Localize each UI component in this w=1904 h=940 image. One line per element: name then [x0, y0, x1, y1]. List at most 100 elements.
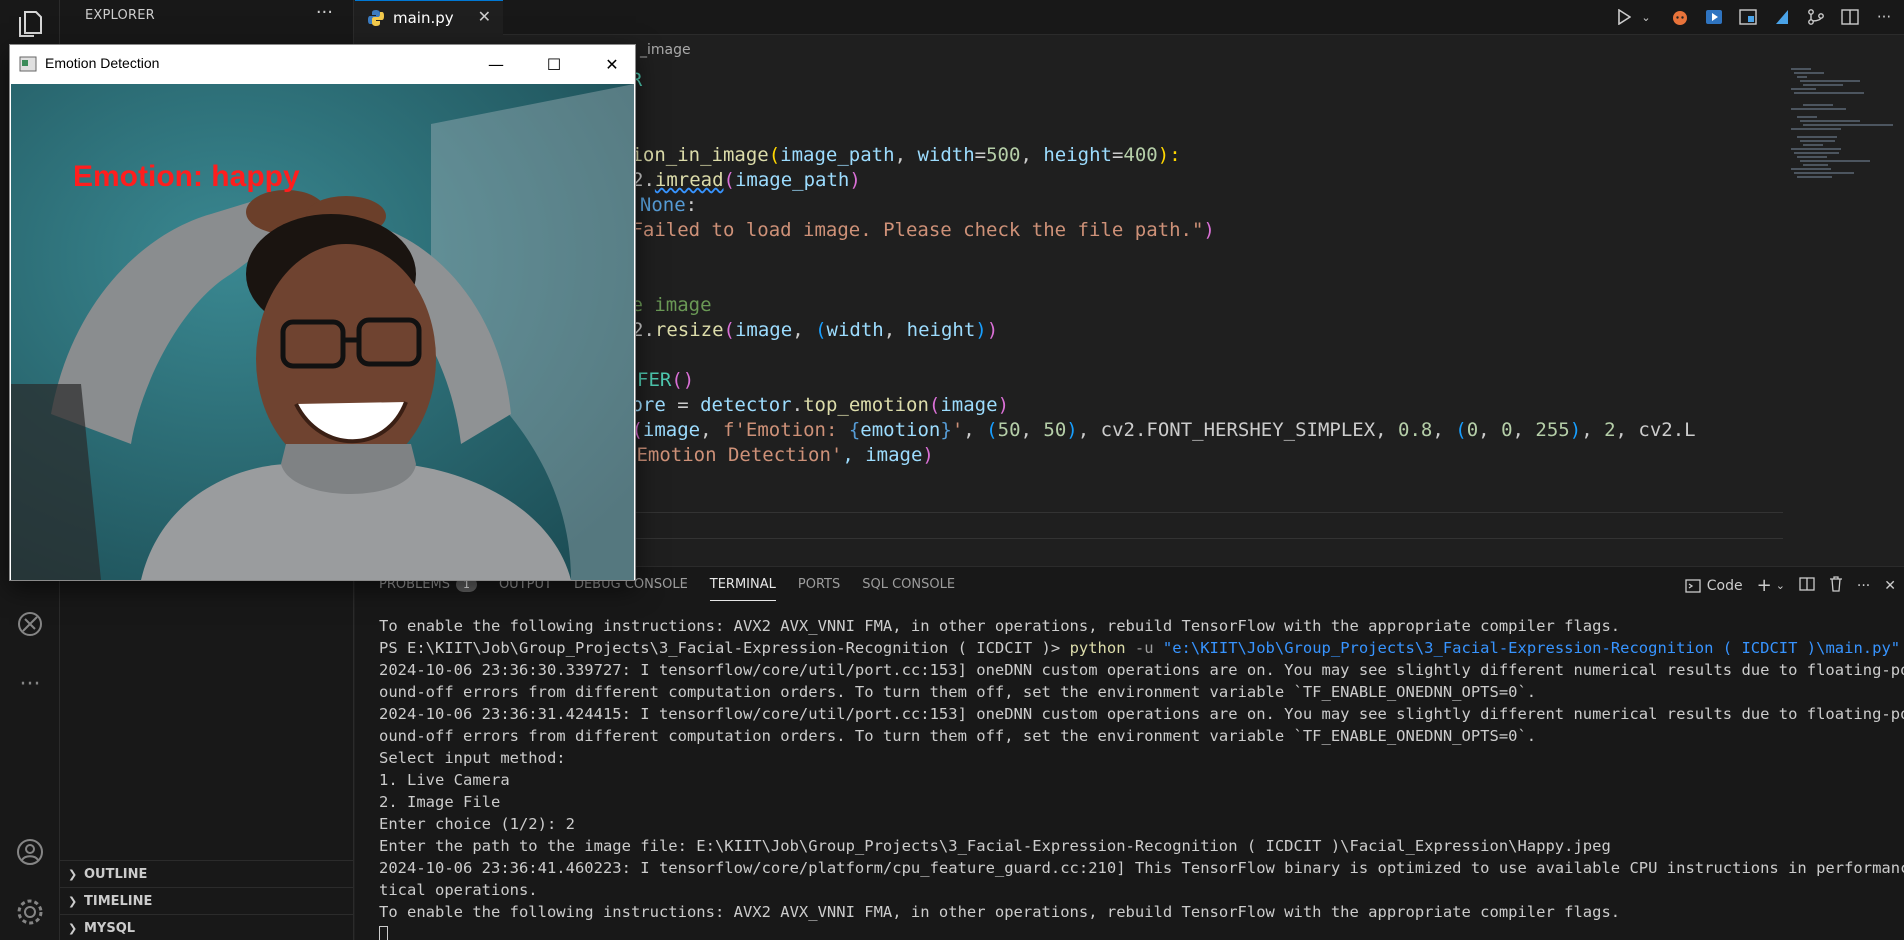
split-terminal-icon[interactable] [1799, 576, 1815, 595]
code-token: ' [951, 419, 964, 441]
minimap-line [1797, 176, 1832, 178]
timeline-label: TIMELINE [84, 894, 153, 909]
more-icon[interactable]: ··· [12, 666, 48, 702]
more-actions-icon[interactable]: ··· [1874, 6, 1894, 28]
timeline-section[interactable]: ❯ TIMELINE [60, 887, 354, 914]
terminal-token: -u [1125, 639, 1163, 657]
explorer-icon[interactable] [12, 6, 48, 42]
sql-icon[interactable] [1772, 6, 1792, 28]
terminal-shell-selector[interactable]: Code [1685, 578, 1743, 594]
chevron-right-icon: ❯ [68, 895, 78, 908]
terminal-line: Enter the path to the image file: E:\KII… [379, 837, 1611, 855]
breadcrumb[interactable]: _image [640, 42, 691, 58]
code-token: = [677, 394, 701, 416]
code-token: , [894, 144, 918, 166]
code-token: resize [654, 319, 724, 341]
panel-close-icon[interactable]: ✕ [1884, 578, 1896, 594]
kill-terminal-trash-icon[interactable] [1829, 575, 1843, 596]
minimap-line [1794, 172, 1854, 174]
code-token: ): [1157, 144, 1181, 166]
open-preview-icon[interactable] [1738, 6, 1758, 28]
minimap-line [1800, 80, 1860, 82]
code-token: , cv2.FONT_HERSHEY_SIMPLEX, [1077, 419, 1399, 441]
terminal-line: ound-off errors from different computati… [379, 727, 1537, 745]
tab-main-py[interactable]: main.py ✕ [355, 0, 503, 35]
copilot-cat-icon[interactable] [1670, 6, 1690, 28]
code-token: f'Emotion: [723, 419, 849, 441]
emotion-detection-window[interactable]: Emotion Detection — ☐ ✕ Emotion: happy [9, 44, 636, 581]
tab-close-icon[interactable]: ✕ [478, 7, 491, 26]
code-token: ) [986, 319, 999, 341]
code-line: 2.resize(image, (width, height)) [632, 318, 998, 343]
tab-ports[interactable]: PORTS [798, 577, 840, 601]
code-token: height [1043, 144, 1112, 166]
code-token: ) [1569, 419, 1582, 441]
source-control-graph-icon[interactable] [1806, 6, 1826, 28]
tab-sql-console[interactable]: SQL CONSOLE [862, 577, 955, 601]
panel-more-icon[interactable]: ··· [1857, 578, 1870, 594]
terminal-line: PS E:\KIIT\Job\Group_Projects\3_Facial-E… [379, 637, 1900, 659]
code-token: ( [723, 169, 735, 191]
preview-play-icon[interactable] [1704, 6, 1724, 28]
minimap-line [1800, 120, 1860, 122]
tab-terminal[interactable]: TERMINAL [709, 577, 776, 601]
minimap-line [1791, 68, 1811, 70]
run-dropdown-chevron-icon[interactable]: ⌄ [1636, 6, 1656, 28]
code-token: emotion [860, 419, 941, 441]
code-token: height [906, 319, 976, 341]
code-token: = [974, 144, 987, 166]
photo-of-smiling-man [11, 84, 634, 580]
terminal-line: 2024-10-06 23:36:31.424415: I tensorflow… [379, 705, 1904, 723]
minimap-line [1797, 136, 1837, 138]
code-token: , image [842, 444, 923, 466]
code-token: 500 [986, 144, 1021, 166]
code-token: 255 [1535, 419, 1570, 441]
code-token: image [642, 419, 701, 441]
editor-tab-bar: main.py ✕ ⌄ ··· [355, 0, 1904, 35]
minimap-line [1803, 104, 1833, 106]
code-line: FER() [637, 368, 694, 393]
code-token: 50 [997, 419, 1021, 441]
window-minimize-button[interactable]: — [473, 49, 519, 79]
code-token: width [826, 319, 884, 341]
minimap-line [1791, 148, 1841, 150]
terminal-output[interactable]: To enable the following instructions: AV… [379, 615, 1904, 940]
code-line: 'Emotion Detection', image) [625, 443, 934, 468]
explorer-more-actions[interactable]: ··· [316, 2, 333, 23]
mysql-section[interactable]: ❯ MYSQL [60, 914, 354, 940]
code-token: image_path [780, 144, 895, 166]
minimap-line [1794, 92, 1864, 94]
new-terminal-plus-icon[interactable]: + [1757, 575, 1772, 596]
window-titlebar[interactable]: Emotion Detection — ☐ ✕ [10, 45, 635, 83]
minimap-line [1797, 76, 1807, 78]
code-token: () [671, 369, 695, 391]
outline-section[interactable]: ❯ OUTLINE [60, 860, 354, 887]
account-icon[interactable] [12, 834, 48, 870]
remote-explorer-icon[interactable] [12, 606, 48, 642]
minimap-line [1797, 116, 1817, 118]
code-token: 0 [1466, 419, 1479, 441]
code-line: 2.imread(image_path) [632, 168, 861, 193]
split-editor-icon[interactable] [1840, 6, 1860, 28]
code-line: tion_in_image(image_path, width=500, hei… [620, 143, 1181, 168]
terminal-dropdown-chevron-icon[interactable]: ⌄ [1776, 579, 1785, 592]
code-token: ( [815, 319, 827, 341]
code-token: image_path [734, 169, 850, 191]
minimap-line [1800, 160, 1870, 162]
window-close-button[interactable]: ✕ [589, 49, 635, 79]
explorer-title: EXPLORER [85, 8, 155, 23]
code-token: , [1432, 419, 1456, 441]
code-token: , [1020, 419, 1044, 441]
code-token: , [1478, 419, 1502, 441]
code-token: , [1512, 419, 1536, 441]
window-maximize-button[interactable]: ☐ [531, 49, 577, 79]
run-icon[interactable] [1614, 6, 1634, 28]
minimap-line [1803, 124, 1893, 126]
minimap[interactable] [1783, 60, 1893, 565]
settings-gear-icon[interactable] [12, 894, 48, 930]
code-token: ( [1455, 419, 1467, 441]
terminal-line: ound-off errors from different computati… [379, 683, 1537, 701]
code-token: 0 [1501, 419, 1513, 441]
code-token: detector [700, 394, 792, 416]
detection-image: Emotion: happy [11, 84, 634, 580]
